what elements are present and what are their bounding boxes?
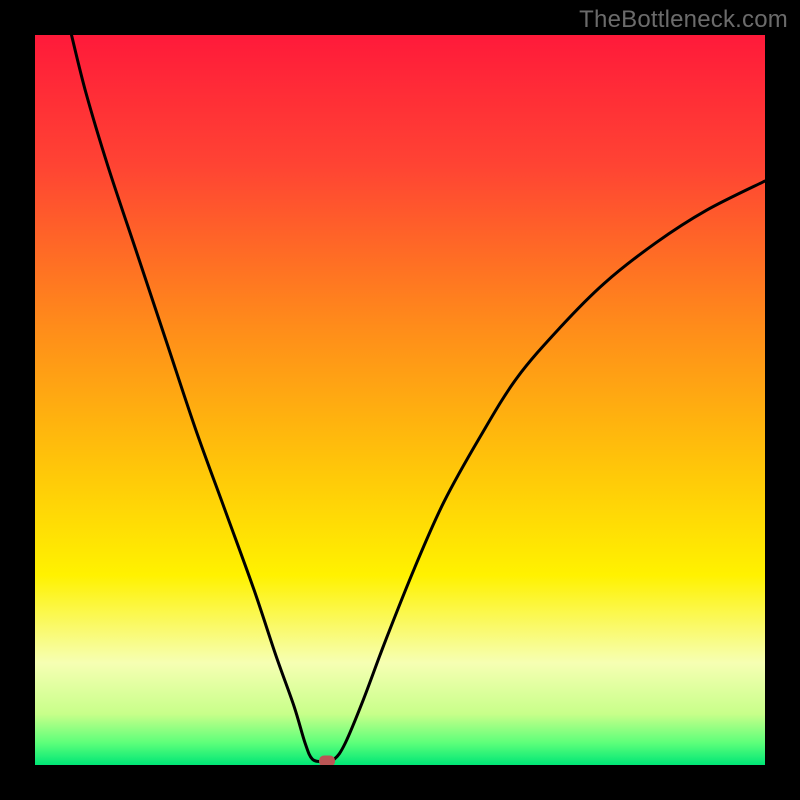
optimal-marker bbox=[319, 756, 335, 765]
curve-layer bbox=[35, 35, 765, 765]
watermark-text: TheBottleneck.com bbox=[579, 6, 788, 34]
chart-frame: TheBottleneck.com bbox=[0, 0, 800, 800]
bottleneck-curve bbox=[72, 35, 766, 761]
plot-area bbox=[35, 35, 765, 765]
